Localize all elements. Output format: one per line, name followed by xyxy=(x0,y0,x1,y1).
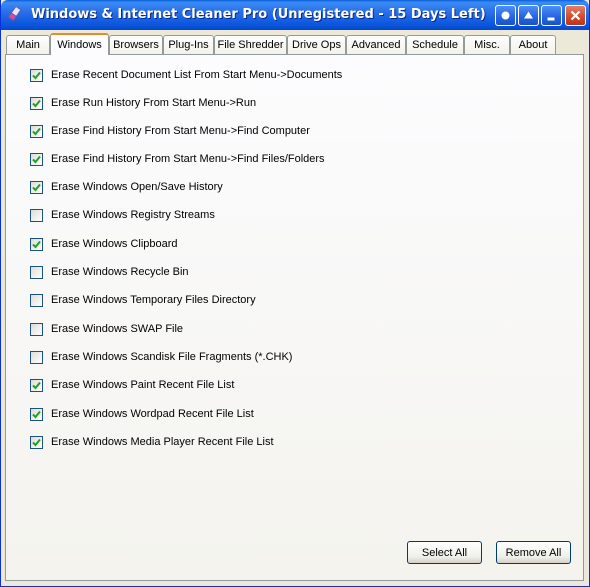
checkmark-icon xyxy=(32,127,41,135)
option-label: Erase Find History From Start Menu->Find… xyxy=(51,153,325,165)
option-label: Erase Windows Recycle Bin xyxy=(51,266,189,278)
option-checkbox[interactable] xyxy=(30,208,43,222)
option-row[interactable]: Erase Run History From Start Menu->Run xyxy=(30,95,256,111)
option-label: Erase Windows Temporary Files Directory xyxy=(51,294,256,306)
checkmark-icon xyxy=(32,99,41,107)
option-label: Erase Windows Open/Save History xyxy=(51,181,223,193)
option-row[interactable]: Erase Windows Paint Recent File List xyxy=(30,377,234,393)
checkmark-icon xyxy=(32,71,41,79)
option-checkbox[interactable] xyxy=(30,68,43,82)
remove-all-label: Remove All xyxy=(505,546,562,559)
remove-all-button[interactable]: Remove All xyxy=(496,541,571,564)
option-label: Erase Windows SWAP File xyxy=(51,323,184,335)
checkmark-icon xyxy=(32,155,41,163)
checkmark-icon xyxy=(32,240,41,248)
tab-browsers[interactable]: Browsers xyxy=(109,35,163,54)
checkmark-icon xyxy=(32,381,41,389)
tab-bar: Main Windows Browsers Plug-Ins File Shre… xyxy=(5,33,587,55)
window-title: Windows & Internet Cleaner Pro (Unregist… xyxy=(31,7,486,22)
checkmark-icon xyxy=(32,438,41,446)
tab-about[interactable]: About xyxy=(510,35,556,54)
option-row[interactable]: Erase Recent Document List From Start Me… xyxy=(30,67,342,83)
tab-windows[interactable]: Windows xyxy=(50,33,109,55)
option-checkbox[interactable] xyxy=(30,322,43,336)
close-button[interactable] xyxy=(565,5,586,26)
eraser-icon xyxy=(8,7,21,21)
option-checkbox[interactable] xyxy=(30,237,43,251)
option-label: Erase Windows Scandisk File Fragments (*… xyxy=(51,351,293,363)
tab-drive-ops[interactable]: Drive Ops xyxy=(287,35,346,54)
restore-up-icon xyxy=(524,11,533,19)
option-row[interactable]: Erase Windows Clipboard xyxy=(30,236,178,252)
option-checkbox[interactable] xyxy=(30,152,43,166)
option-label: Erase Recent Document List From Start Me… xyxy=(51,69,343,81)
tab-misc[interactable]: Misc. xyxy=(464,35,510,54)
option-label: Erase Windows Clipboard xyxy=(51,238,178,250)
option-row[interactable]: Erase Windows Recycle Bin xyxy=(30,264,189,280)
help-button[interactable] xyxy=(495,5,516,26)
option-row[interactable]: Erase Windows Open/Save History xyxy=(30,179,223,195)
option-label: Erase Windows Paint Recent File List xyxy=(51,379,235,391)
option-row[interactable]: Erase Find History From Start Menu->Find… xyxy=(30,123,310,139)
select-all-label: Select All xyxy=(421,546,468,559)
title-bar[interactable]: Windows & Internet Cleaner Pro (Unregist… xyxy=(1,0,589,30)
option-row[interactable]: Erase Windows SWAP File xyxy=(30,321,183,337)
checkmark-icon xyxy=(32,183,41,191)
option-checkbox[interactable] xyxy=(30,293,43,307)
close-icon xyxy=(570,10,581,21)
restore-up-button[interactable] xyxy=(518,5,539,26)
option-label: Erase Windows Registry Streams xyxy=(51,209,215,221)
app-window: Windows & Internet Cleaner Pro (Unregist… xyxy=(0,0,590,587)
option-checkbox[interactable] xyxy=(30,378,43,392)
option-checkbox[interactable] xyxy=(30,407,43,421)
minimize-button[interactable] xyxy=(541,5,562,26)
option-label: Erase Run History From Start Menu->Run xyxy=(51,97,257,109)
option-checkbox[interactable] xyxy=(30,96,43,110)
option-checkbox[interactable] xyxy=(30,265,43,279)
tab-plug-ins[interactable]: Plug-Ins xyxy=(163,35,214,54)
option-label: Erase Windows Media Player Recent File L… xyxy=(51,436,274,448)
option-checkbox[interactable] xyxy=(30,435,43,449)
tab-advanced[interactable]: Advanced xyxy=(346,35,406,54)
minimize-icon xyxy=(547,17,555,21)
option-row[interactable]: Erase Windows Wordpad Recent File List xyxy=(30,406,254,422)
option-row[interactable]: Erase Windows Media Player Recent File L… xyxy=(30,434,274,450)
option-row[interactable]: Erase Windows Registry Streams xyxy=(30,207,215,223)
option-checkbox[interactable] xyxy=(30,124,43,138)
option-checkbox[interactable] xyxy=(30,350,43,364)
checkmark-icon xyxy=(32,410,41,418)
select-all-button[interactable]: Select All xyxy=(407,541,482,564)
option-row[interactable]: Erase Windows Scandisk File Fragments (*… xyxy=(30,349,292,365)
tab-schedule[interactable]: Schedule xyxy=(406,35,464,54)
option-row[interactable]: Erase Windows Temporary Files Directory xyxy=(30,292,256,308)
tab-main[interactable]: Main xyxy=(6,35,50,54)
option-checkbox[interactable] xyxy=(30,180,43,194)
option-label: Erase Windows Wordpad Recent File List xyxy=(51,408,254,420)
help-icon xyxy=(501,11,510,20)
tab-file-shredder[interactable]: File Shredder xyxy=(214,35,287,54)
option-label: Erase Find History From Start Menu->Find… xyxy=(51,125,310,137)
windows-tab-panel: Erase Recent Document List From Start Me… xyxy=(5,54,584,581)
option-row[interactable]: Erase Find History From Start Menu->Find… xyxy=(30,151,325,167)
